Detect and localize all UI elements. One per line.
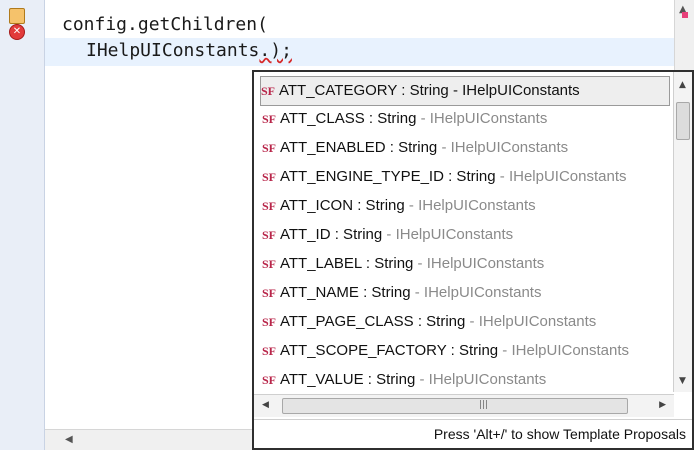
scroll-left-icon[interactable]: ◀	[65, 434, 73, 445]
scroll-left-icon[interactable]: ◀	[262, 400, 269, 410]
proposal-item[interactable]: SF ATT_CATEGORY : String - IHelpUIConstan…	[260, 76, 670, 106]
proposal-name: ATT_CATEGORY : String	[279, 82, 449, 99]
static-field-icon: SF	[262, 286, 277, 300]
static-field-icon: SF	[262, 199, 277, 213]
proposal-owner: - IHelpUIConstants	[382, 226, 514, 243]
proposal-name: ATT_VALUE : String	[280, 371, 416, 388]
proposal-owner: - IHelpUIConstants	[415, 371, 547, 388]
static-field-icon: SF	[262, 257, 277, 271]
proposal-item[interactable]: SF ATT_SCOPE_FACTORY : String - IHelpUICo…	[262, 337, 674, 365]
scroll-up-icon[interactable]: ▲	[679, 80, 686, 90]
proposal-item[interactable]: SF ATT_NAME : String - IHelpUIConstants	[262, 279, 674, 307]
proposal-item[interactable]: SF ATT_ICON : String - IHelpUIConstants	[262, 192, 674, 220]
warning-marker-icon[interactable]	[9, 8, 25, 24]
content-assist-popup[interactable]: SF ATT_CATEGORY : String - IHelpUIConstan…	[252, 70, 694, 450]
template-proposals-hint[interactable]: Press 'Alt+/' to show Template Proposals	[434, 426, 686, 442]
static-field-icon: SF	[262, 112, 277, 126]
proposal-owner: - IHelpUIConstants	[437, 139, 569, 156]
proposal-owner: - IHelpUIConstants	[410, 284, 542, 301]
code-line-2-suffix: .);	[259, 40, 292, 61]
proposal-horizontal-scrollbar[interactable]: ◀ ||| ▶	[254, 394, 674, 417]
scroll-down-icon[interactable]: ▼	[679, 376, 686, 386]
editor-ruler: ✕	[0, 0, 45, 450]
proposal-name: ATT_NAME : String	[280, 284, 411, 301]
static-field-icon: SF	[262, 315, 277, 329]
code-line-1-text: config.getChildren(	[62, 14, 268, 35]
proposal-name: ATT_SCOPE_FACTORY : String	[280, 342, 499, 359]
proposal-item[interactable]: SF ATT_ENABLED : String - IHelpUIConstant…	[262, 134, 674, 162]
proposal-owner: - IHelpUIConstants	[448, 82, 580, 99]
code-line-1: config.getChildren(	[62, 14, 268, 35]
proposal-owner: - IHelpUIConstants	[416, 110, 548, 127]
proposal-owner: - IHelpUIConstants	[495, 168, 627, 185]
proposal-name: ATT_ENABLED : String	[280, 139, 438, 156]
proposal-name: ATT_LABEL : String	[280, 255, 414, 272]
proposal-name: ATT_ID : String	[280, 226, 383, 243]
scroll-thumb[interactable]: |||	[282, 398, 628, 414]
static-field-icon: SF	[262, 170, 277, 184]
popup-status-bar[interactable]: Press 'Alt+/' to show Template Proposals	[254, 419, 692, 448]
code-line-2-prefix: IHelpUIConstants	[86, 40, 260, 61]
error-marker-icon[interactable]: ✕	[9, 24, 25, 40]
overview-error-icon[interactable]	[682, 12, 688, 18]
proposal-item[interactable]: SF ATT_CLASS : String - IHelpUIConstants	[262, 105, 674, 133]
proposal-item[interactable]: SF ATT_PAGE_CLASS : String - IHelpUIConst…	[262, 308, 674, 336]
proposal-item[interactable]: SF ATT_ENGINE_TYPE_ID : String - IHelpUIC…	[262, 163, 674, 191]
proposal-item[interactable]: SF ATT_LABEL : String - IHelpUIConstants	[262, 250, 674, 278]
scroll-right-icon[interactable]: ▶	[659, 400, 666, 410]
proposal-owner: - IHelpUIConstants	[413, 255, 545, 272]
scroll-thumb[interactable]	[676, 102, 690, 140]
static-field-icon: SF	[262, 373, 277, 387]
grip-icon: |||	[479, 400, 489, 410]
proposal-owner: - IHelpUIConstants	[404, 197, 536, 214]
proposal-name: ATT_PAGE_CLASS : String	[280, 313, 466, 330]
proposal-name: ATT_ENGINE_TYPE_ID : String	[280, 168, 496, 185]
code-line-2: IHelpUIConstants.);	[86, 40, 292, 61]
proposal-owner: - IHelpUIConstants	[465, 313, 597, 330]
static-field-icon: SF	[262, 141, 277, 155]
proposal-owner: - IHelpUIConstants	[498, 342, 630, 359]
static-field-icon: SF	[262, 344, 277, 358]
proposal-item[interactable]: SF ATT_VALUE : String - IHelpUIConstants	[262, 366, 674, 392]
proposal-vertical-scrollbar[interactable]: ▲ ▼	[673, 72, 692, 392]
static-field-icon: SF	[261, 84, 276, 98]
proposal-list[interactable]: SF ATT_CATEGORY : String - IHelpUIConstan…	[254, 72, 674, 392]
proposal-name: ATT_CLASS : String	[280, 110, 417, 127]
proposal-item[interactable]: SF ATT_ID : String - IHelpUIConstants	[262, 221, 674, 249]
static-field-icon: SF	[262, 228, 277, 242]
proposal-name: ATT_ICON : String	[280, 197, 405, 214]
